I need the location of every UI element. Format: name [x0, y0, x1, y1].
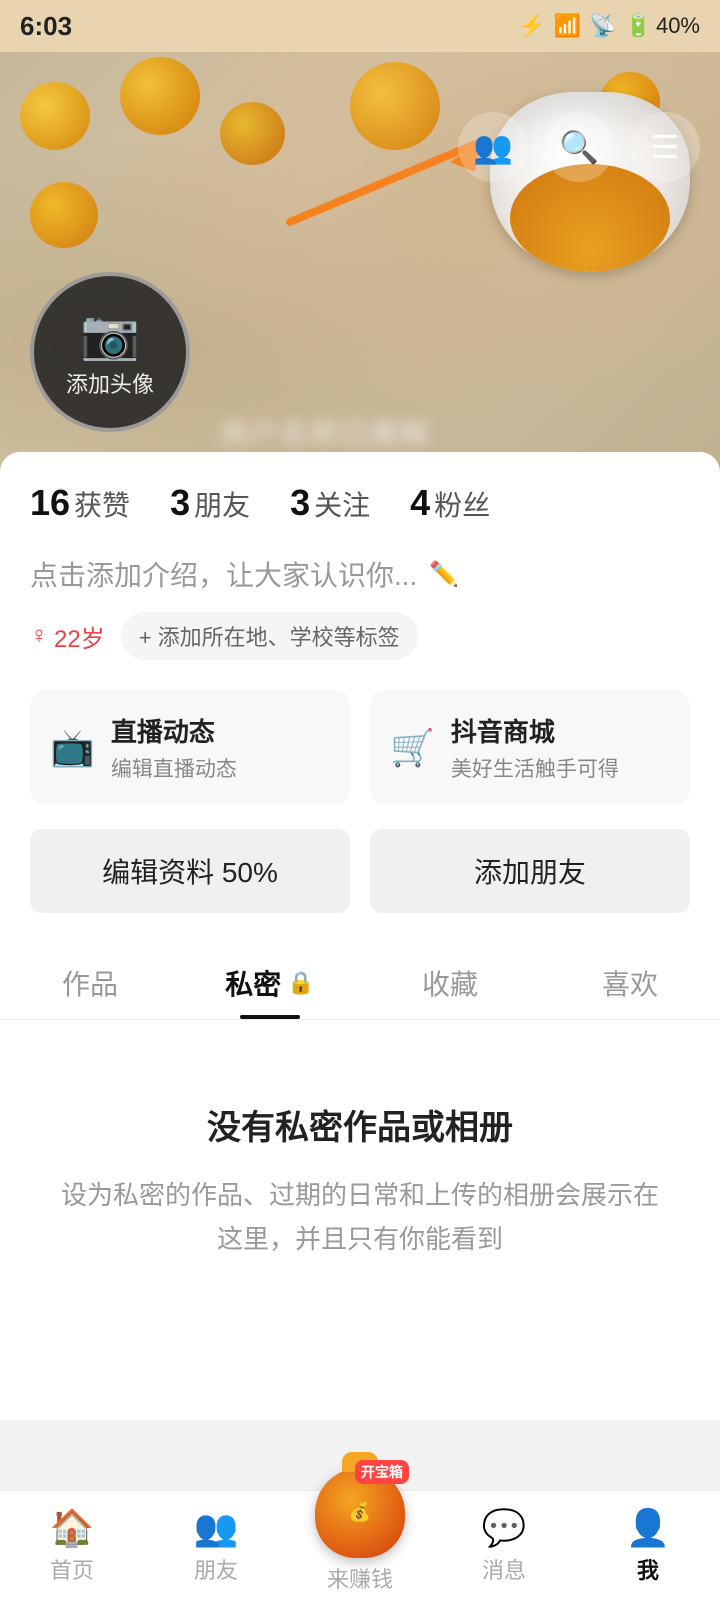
- live-status-card[interactable]: 📺 直播动态 编辑直播动态: [30, 690, 350, 805]
- live-card-text: 直播动态 编辑直播动态: [111, 712, 330, 783]
- nav-home[interactable]: 🏠 首页: [0, 1507, 144, 1585]
- avatar-section: 📷 添加头像: [30, 272, 190, 432]
- bio-text: 点击添加介绍，让大家认识你...: [30, 554, 417, 594]
- action-cards: 📺 直播动态 编辑直播动态 🛒 抖音商城 美好生活触手可得: [30, 690, 690, 805]
- open-box-badge: 开宝箱: [355, 1460, 409, 1484]
- nav-me[interactable]: 👤 我: [576, 1507, 720, 1585]
- tab-works[interactable]: 作品: [0, 943, 180, 1019]
- shop-card-text: 抖音商城 美好生活触手可得: [451, 712, 670, 783]
- battery-indicator: 🔋 40%: [625, 13, 700, 39]
- likes-label: 获赞: [74, 484, 130, 524]
- username-area: 用户名称已模糊: [220, 412, 520, 452]
- tab-likes[interactable]: 喜欢: [540, 943, 720, 1019]
- stat-friends[interactable]: 3 朋友: [170, 482, 250, 524]
- fruit-decoration-1: [20, 82, 90, 150]
- header-banner: 👥 🔍 ☰ 📷 添加头像 用户名称已模糊: [0, 52, 720, 472]
- stat-following[interactable]: 3 关注: [290, 482, 370, 524]
- tab-likes-label: 喜欢: [602, 963, 658, 1003]
- friends-icon-button[interactable]: 👥: [458, 112, 528, 182]
- wifi-icon: 📶: [554, 13, 581, 39]
- tab-private[interactable]: 私密 🔒: [180, 943, 360, 1019]
- nav-friends-label: 朋友: [194, 1553, 238, 1585]
- friends-count: 3: [170, 482, 190, 524]
- tab-favorites[interactable]: 收藏: [360, 943, 540, 1019]
- status-icons: ⚡ 📶 📡 🔋 40%: [518, 13, 700, 39]
- profile-section: 16 获赞 3 朋友 3 关注 4 粉丝 点击添加介绍，让大家认识你... ✏️…: [0, 452, 720, 1020]
- signal-icon: 📡: [589, 13, 616, 39]
- live-card-title: 直播动态: [111, 712, 330, 749]
- edit-profile-button[interactable]: 编辑资料 50%: [30, 829, 350, 913]
- friends-label: 朋友: [194, 484, 250, 524]
- money-bag-icon: 开宝箱 💰: [315, 1468, 405, 1558]
- gender-age-tag: ♀ 22岁: [30, 619, 105, 654]
- bio-row[interactable]: 点击添加介绍，让大家认识你... ✏️: [30, 554, 690, 594]
- profile-icon: 👤: [626, 1507, 671, 1549]
- stats-row: 16 获赞 3 朋友 3 关注 4 粉丝: [30, 482, 690, 524]
- edit-bio-icon[interactable]: ✏️: [429, 560, 459, 589]
- bottom-nav: 🏠 首页 👥 朋友 开宝箱 💰 来赚钱 💬 消息 👤 我: [0, 1490, 720, 1600]
- friends-icon: 👥: [473, 128, 513, 166]
- tab-works-label: 作品: [62, 963, 118, 1003]
- add-friend-button[interactable]: 添加朋友: [370, 829, 690, 913]
- fruit-decoration-2: [120, 57, 200, 135]
- header-icons: 👥 🔍 ☰: [458, 112, 700, 182]
- empty-title: 没有私密作品或相册: [60, 1100, 660, 1149]
- likes-count: 16: [30, 482, 70, 524]
- buttons-row: 编辑资料 50% 添加朋友: [30, 829, 690, 913]
- nav-me-label: 我: [637, 1553, 659, 1585]
- nav-earn-money[interactable]: 开宝箱 💰 来赚钱: [288, 1468, 432, 1594]
- shop-card-sub: 美好生活触手可得: [451, 753, 670, 783]
- avatar-button[interactable]: 📷 添加头像: [30, 272, 190, 432]
- home-icon: 🏠: [50, 1507, 95, 1549]
- search-icon: 🔍: [559, 128, 599, 166]
- nav-messages-label: 消息: [482, 1553, 526, 1585]
- tab-favorites-label: 收藏: [422, 963, 478, 1003]
- add-tags-label: + 添加所在地、学校等标签: [139, 620, 400, 652]
- live-icon: 📺: [50, 727, 95, 769]
- stat-likes[interactable]: 16 获赞: [30, 482, 130, 524]
- fruit-decoration-8: [30, 182, 98, 248]
- status-bar: 6:03 ⚡ 📶 📡 🔋 40%: [0, 0, 720, 52]
- nav-home-label: 首页: [50, 1553, 94, 1585]
- status-time: 6:03: [20, 11, 72, 42]
- menu-icon-button[interactable]: ☰: [630, 112, 700, 182]
- nav-friends[interactable]: 👥 朋友: [144, 1507, 288, 1585]
- shop-icon: 🛒: [390, 727, 435, 769]
- earn-money-label: 来赚钱: [327, 1562, 393, 1594]
- bluetooth-icon: ⚡: [518, 13, 545, 39]
- following-count: 3: [290, 482, 310, 524]
- message-icon: 💬: [482, 1507, 527, 1549]
- battery-percent: 40%: [656, 13, 700, 39]
- camera-icon: 📷: [80, 306, 140, 363]
- following-label: 关注: [314, 484, 370, 524]
- tags-row: ♀ 22岁 + 添加所在地、学校等标签: [30, 612, 690, 660]
- tabs-row: 作品 私密 🔒 收藏 喜欢: [0, 943, 720, 1020]
- followers-count: 4: [410, 482, 430, 524]
- username-blurred: 用户名称已模糊: [220, 412, 520, 452]
- lock-icon: 🔒: [287, 970, 314, 996]
- friends-nav-icon: 👥: [194, 1507, 239, 1549]
- live-card-sub: 编辑直播动态: [111, 753, 330, 783]
- search-icon-button[interactable]: 🔍: [544, 112, 614, 182]
- followers-label: 粉丝: [434, 484, 490, 524]
- shop-card[interactable]: 🛒 抖音商城 美好生活触手可得: [370, 690, 690, 805]
- empty-state: 没有私密作品或相册 设为私密的作品、过期的日常和上传的相册会展示在这里，并且只有…: [0, 1020, 720, 1420]
- add-tags-button[interactable]: + 添加所在地、学校等标签: [121, 612, 418, 660]
- hamburger-icon: ☰: [651, 128, 680, 166]
- nav-messages[interactable]: 💬 消息: [432, 1507, 576, 1585]
- tab-private-label: 私密: [225, 963, 281, 1003]
- age-label: 22岁: [54, 619, 105, 654]
- battery-icon: 🔋: [625, 13, 652, 39]
- shop-card-title: 抖音商城: [451, 712, 670, 749]
- fruit-decoration-3: [220, 102, 285, 165]
- stat-followers[interactable]: 4 粉丝: [410, 482, 490, 524]
- money-bag-label: 💰: [349, 1502, 371, 1524]
- empty-desc: 设为私密的作品、过期的日常和上传的相册会展示在这里，并且只有你能看到: [60, 1173, 660, 1261]
- gender-icon: ♀: [30, 622, 48, 650]
- avatar-label: 添加头像: [66, 367, 154, 399]
